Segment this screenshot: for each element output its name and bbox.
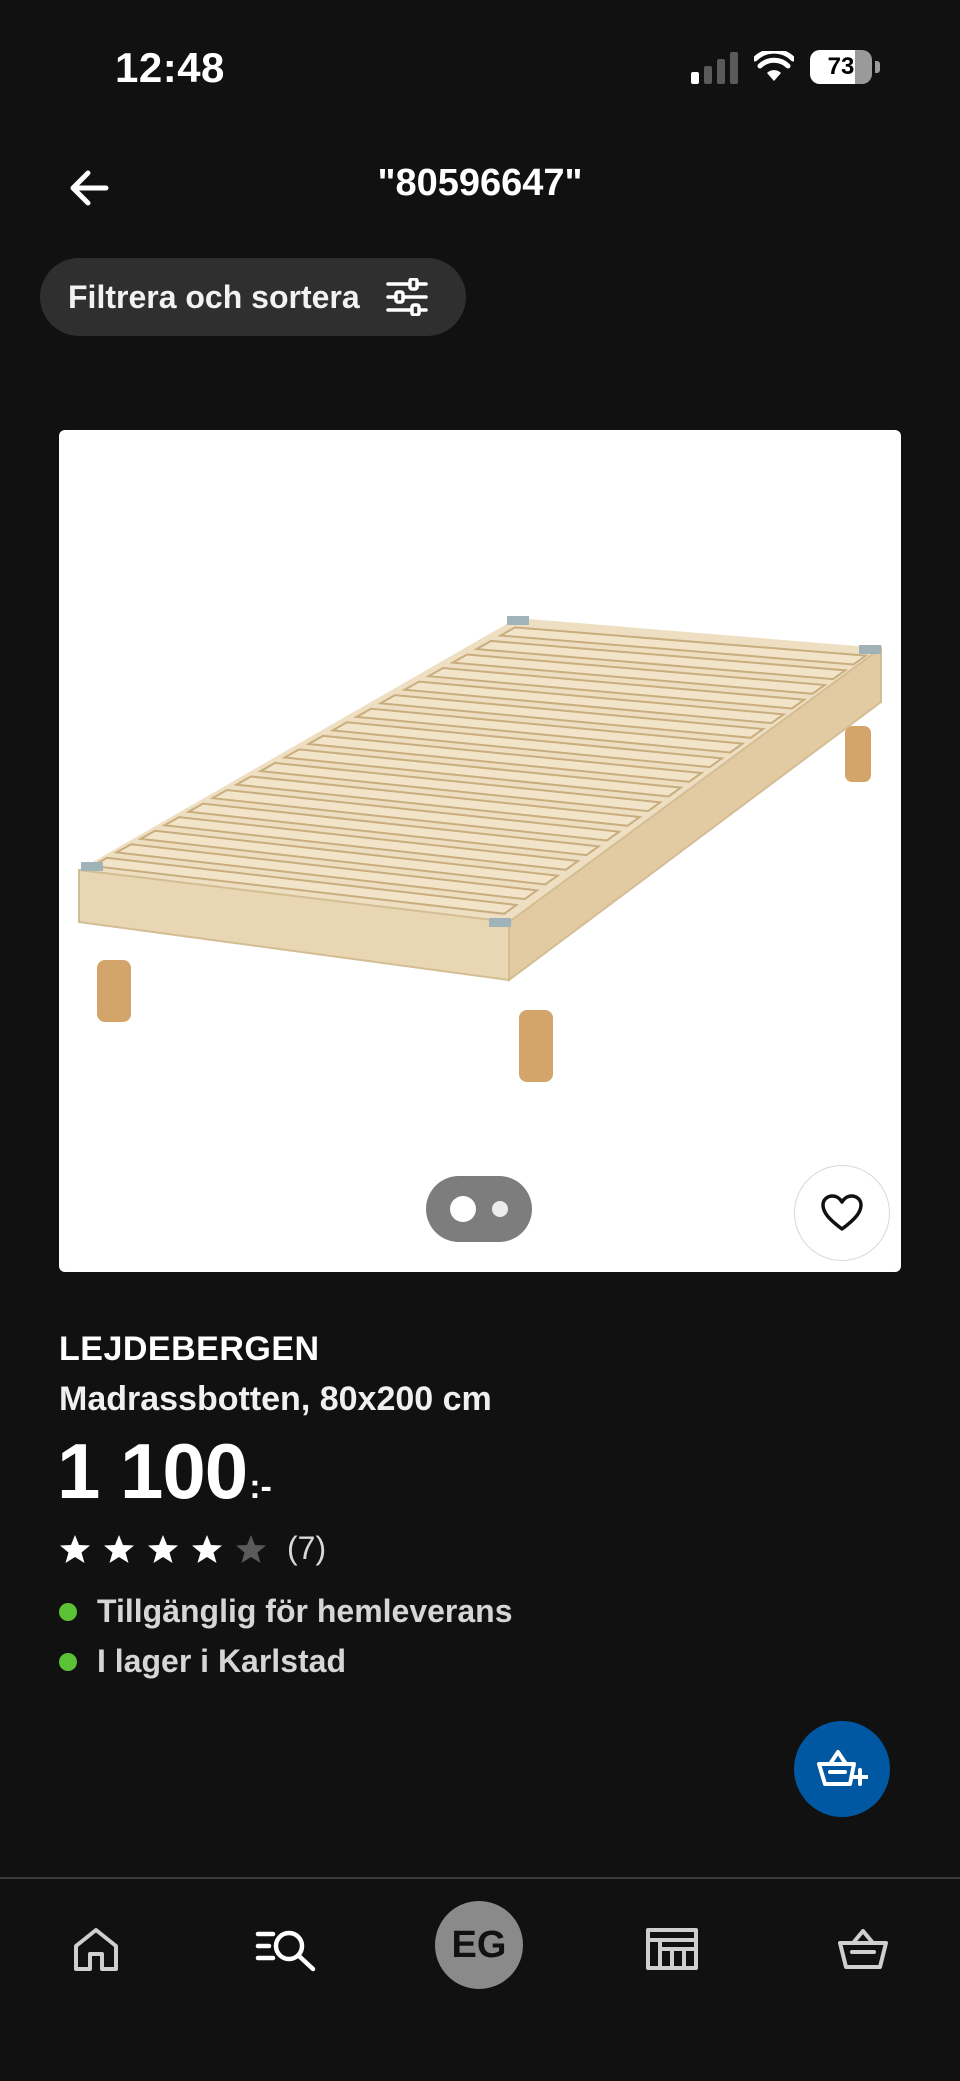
screen: 12:48 73 "80596647" Filtrera och sortera…	[0, 0, 960, 2081]
status-time: 12:48	[115, 44, 225, 91]
favorite-button[interactable]	[794, 1165, 890, 1261]
price-suffix: :-	[249, 1468, 272, 1506]
availability-home-delivery: Tillgänglig för hemleverans	[59, 1593, 513, 1630]
bottom-navigation: EG	[0, 1877, 960, 2081]
home-icon	[74, 1928, 118, 1971]
cellular-signal-icon	[691, 50, 738, 84]
search-list-icon	[255, 1930, 316, 1972]
product-brand[interactable]: LEJDEBERGEN	[59, 1330, 320, 1369]
add-to-cart-button[interactable]	[794, 1721, 890, 1817]
nav-search[interactable]	[246, 1909, 326, 1989]
star-filled-icon	[192, 1534, 222, 1563]
carousel-dot-active	[450, 1196, 476, 1222]
product-price: 1 100 :-	[57, 1426, 272, 1517]
store-icon	[646, 1928, 698, 1970]
image-carousel-indicator[interactable]	[426, 1176, 532, 1242]
nav-home[interactable]	[56, 1909, 136, 1989]
page-title: "80596647"	[377, 162, 583, 204]
product-description[interactable]: Madrassbotten, 80x200 cm	[59, 1380, 492, 1419]
review-count: (7)	[287, 1530, 327, 1566]
heart-icon	[821, 1194, 863, 1231]
nav-cart[interactable]	[823, 1909, 903, 1989]
wifi-icon	[754, 51, 794, 81]
status-icons: 73	[691, 50, 880, 84]
nav-stores[interactable]	[632, 1909, 712, 1989]
product-image[interactable]	[59, 430, 901, 1272]
battery-percent: 73	[827, 53, 855, 80]
star-filled-icon	[60, 1534, 90, 1563]
battery-icon: 73	[810, 50, 872, 84]
bed-base-photo	[78, 616, 882, 1082]
in-stock-dot	[59, 1652, 77, 1671]
star-filled-icon	[104, 1534, 134, 1563]
basket-icon	[838, 1929, 888, 1969]
battery-tip	[875, 61, 880, 73]
star-empty-icon	[236, 1534, 266, 1563]
in-stock-dot	[59, 1602, 77, 1621]
product-rating[interactable]: (7)	[59, 1530, 326, 1567]
availability-store: I lager i Karlstad	[59, 1643, 346, 1680]
sliders-icon	[385, 278, 428, 316]
basket-plus-icon	[817, 1750, 868, 1786]
rating-stars	[59, 1534, 267, 1564]
filter-sort-button[interactable]: Filtrera och sortera	[40, 258, 466, 336]
availability-text: I lager i Karlstad	[97, 1643, 346, 1679]
price-amount: 1 100	[57, 1427, 248, 1515]
filter-sort-label: Filtrera och sortera	[68, 278, 360, 315]
availability-text: Tillgänglig för hemleverans	[97, 1593, 513, 1629]
star-filled-icon	[148, 1534, 178, 1563]
profile-avatar[interactable]: EG	[435, 1901, 523, 1989]
carousel-dot	[492, 1201, 508, 1217]
